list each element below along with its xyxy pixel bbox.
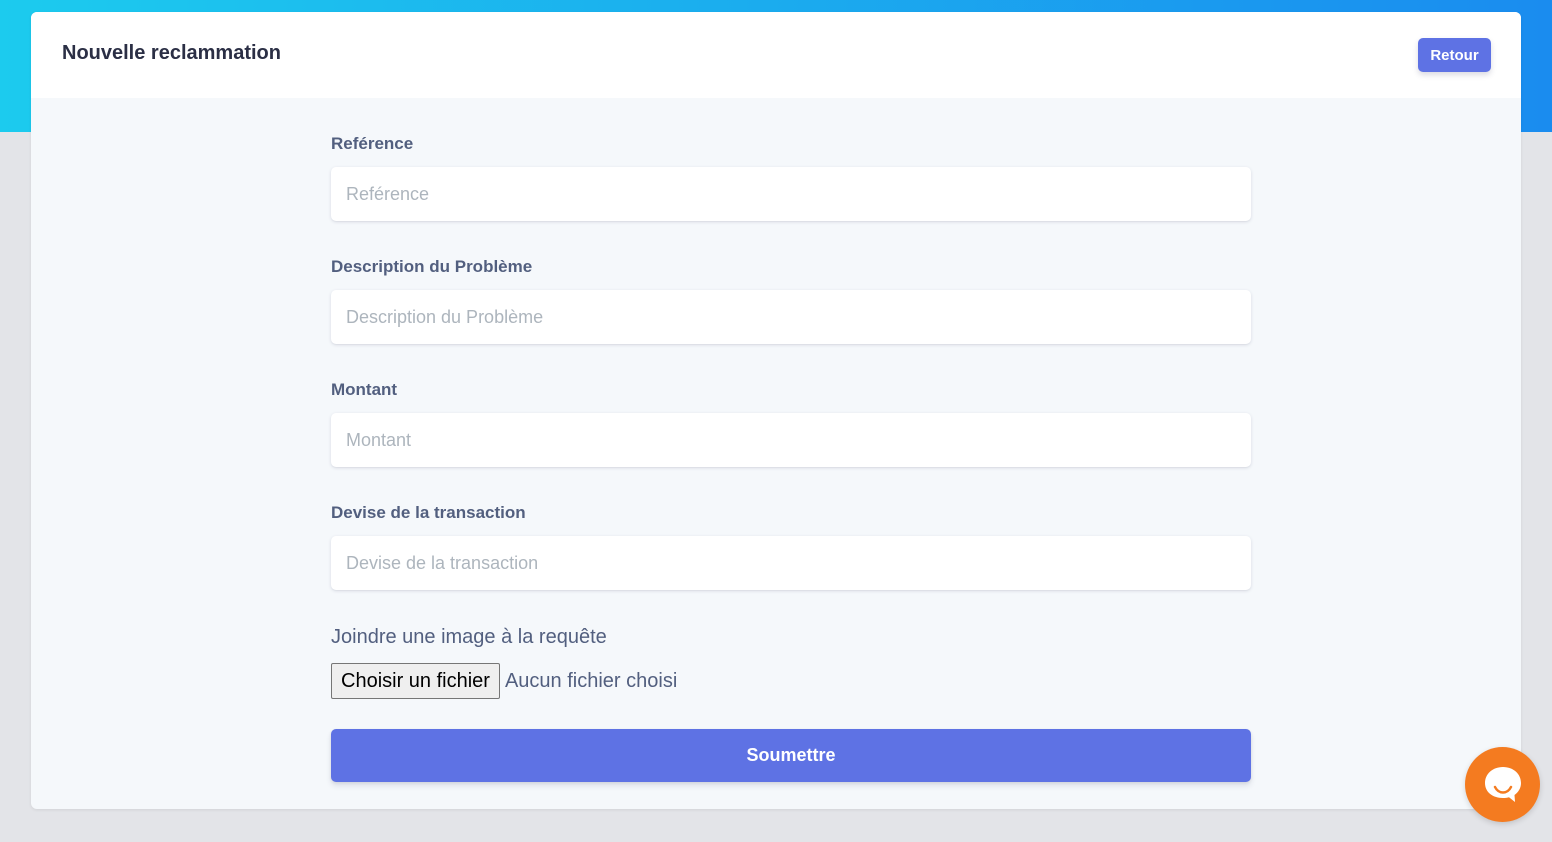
- claim-form-card: Nouvelle reclammation Retour Reférence D…: [31, 12, 1521, 809]
- reference-label: Reférence: [331, 134, 414, 153]
- amount-input[interactable]: [331, 413, 1251, 467]
- currency-input[interactable]: [331, 536, 1251, 590]
- choose-file-button[interactable]: Choisir un fichier: [331, 663, 500, 699]
- file-status: Aucun fichier choisi: [504, 669, 678, 692]
- submit-button[interactable]: Soumettre: [331, 729, 1251, 782]
- attachment-label: Joindre une image à la requête: [331, 626, 607, 648]
- currency-label: Devise de la transaction: [331, 503, 526, 522]
- reference-input[interactable]: [331, 167, 1251, 221]
- back-button[interactable]: Retour: [1418, 38, 1491, 72]
- claim-form: Reférence Description du Problème Montan…: [331, 132, 1251, 782]
- file-picker: Choisir un fichier Aucun fichier choisi: [331, 663, 1251, 699]
- chat-bubble-icon: [1485, 767, 1521, 802]
- amount-label: Montant: [331, 380, 398, 399]
- page-title: Nouvelle reclammation: [62, 42, 281, 64]
- chat-widget-button[interactable]: [1465, 747, 1540, 822]
- description-label: Description du Problème: [331, 257, 533, 276]
- description-input[interactable]: [331, 290, 1251, 344]
- card-header: Nouvelle reclammation Retour: [31, 12, 1521, 98]
